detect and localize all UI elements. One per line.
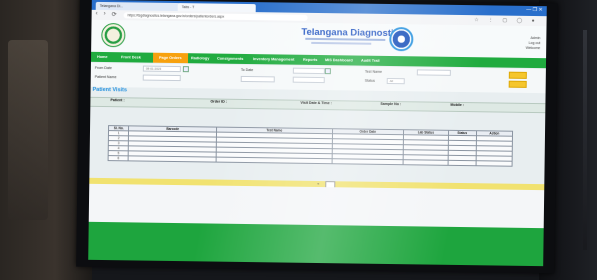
orders-table: Sl. No. Barcode Test Name Order Date Lab… bbox=[108, 125, 513, 167]
content-blank-area bbox=[88, 183, 545, 229]
cell-order-date bbox=[331, 158, 403, 165]
calendar-icon-2[interactable] bbox=[324, 68, 331, 75]
filter-field-4[interactable] bbox=[292, 76, 325, 84]
sample-no-info: Sample No : bbox=[380, 102, 401, 106]
test-name-field[interactable] bbox=[416, 69, 451, 76]
cell-lab-status bbox=[402, 159, 448, 166]
calendar-icon[interactable] bbox=[182, 66, 189, 73]
section-title: Patient Visits bbox=[92, 86, 128, 94]
nav-item-page-orders[interactable]: Page Orders bbox=[152, 52, 188, 64]
patient-name-field[interactable] bbox=[142, 74, 181, 82]
monitor-screen: Telangana Di... Tabs - T — ❐ ✕ ‹ › ⟳ htt… bbox=[88, 0, 547, 267]
user-info: Admin Log out Welcome bbox=[526, 36, 541, 51]
cell-status bbox=[447, 160, 476, 166]
to-date-field[interactable] bbox=[292, 67, 325, 75]
visit-date-info: Visit Date & Time : bbox=[300, 101, 331, 105]
patient-name-caption: Patient : bbox=[110, 98, 125, 103]
extension-icons[interactable]: ☆ ⋮ ▢ ◯ ● bbox=[474, 17, 538, 24]
order-id-info: Order ID : bbox=[210, 100, 227, 104]
cell-action[interactable] bbox=[475, 160, 513, 167]
from-date-label: From Date bbox=[94, 65, 112, 71]
to-date-label: To Date bbox=[240, 67, 254, 73]
nav-item-mis-dashboard[interactable]: MIS Dashboard bbox=[325, 55, 353, 65]
filter-field-3[interactable] bbox=[240, 75, 275, 83]
from-date-field[interactable]: 08-01-2023 bbox=[142, 65, 181, 73]
nav-item-consignments[interactable]: Consignments bbox=[217, 54, 244, 64]
nav-item-inventory[interactable]: Inventory Management bbox=[253, 54, 294, 65]
nav-item-reports[interactable]: Reports bbox=[303, 55, 317, 65]
reload-icon[interactable]: ⟳ bbox=[112, 11, 117, 18]
nav-item-home[interactable]: Home bbox=[97, 52, 108, 62]
user-line-3: Welcome bbox=[525, 45, 541, 51]
cell-barcode bbox=[128, 155, 217, 163]
patient-name-label: Patient Name bbox=[94, 74, 117, 80]
patient-name-info: Patient : bbox=[110, 98, 124, 102]
visit-date-caption: Visit Date & Time : bbox=[300, 100, 332, 106]
edge-highlight bbox=[583, 30, 587, 250]
status-label: Status bbox=[364, 78, 375, 83]
mobile-caption: Mobile : bbox=[450, 102, 465, 108]
site-footer bbox=[88, 221, 544, 267]
cell-test-name bbox=[216, 157, 332, 164]
mobile-info: Mobile : bbox=[450, 103, 464, 107]
back-icon[interactable]: ‹ bbox=[96, 11, 98, 17]
search-button[interactable] bbox=[508, 71, 527, 79]
test-name-label: Test Name bbox=[364, 69, 383, 74]
window-controls[interactable]: — ❐ ✕ bbox=[526, 7, 543, 13]
status-select[interactable]: All bbox=[386, 77, 405, 85]
nav-item-radiology[interactable]: Radiology bbox=[191, 53, 209, 63]
order-id-caption: Order ID : bbox=[210, 99, 228, 104]
cell-sl-no: 6 bbox=[108, 155, 129, 161]
nav-item-audit-trail[interactable]: Audit Trail bbox=[361, 56, 380, 66]
reset-button[interactable] bbox=[508, 80, 527, 88]
nav-item-front-desk[interactable]: Front Desk bbox=[121, 52, 141, 62]
sample-no-caption: Sample No : bbox=[380, 101, 402, 107]
forward-icon[interactable]: › bbox=[104, 11, 106, 17]
